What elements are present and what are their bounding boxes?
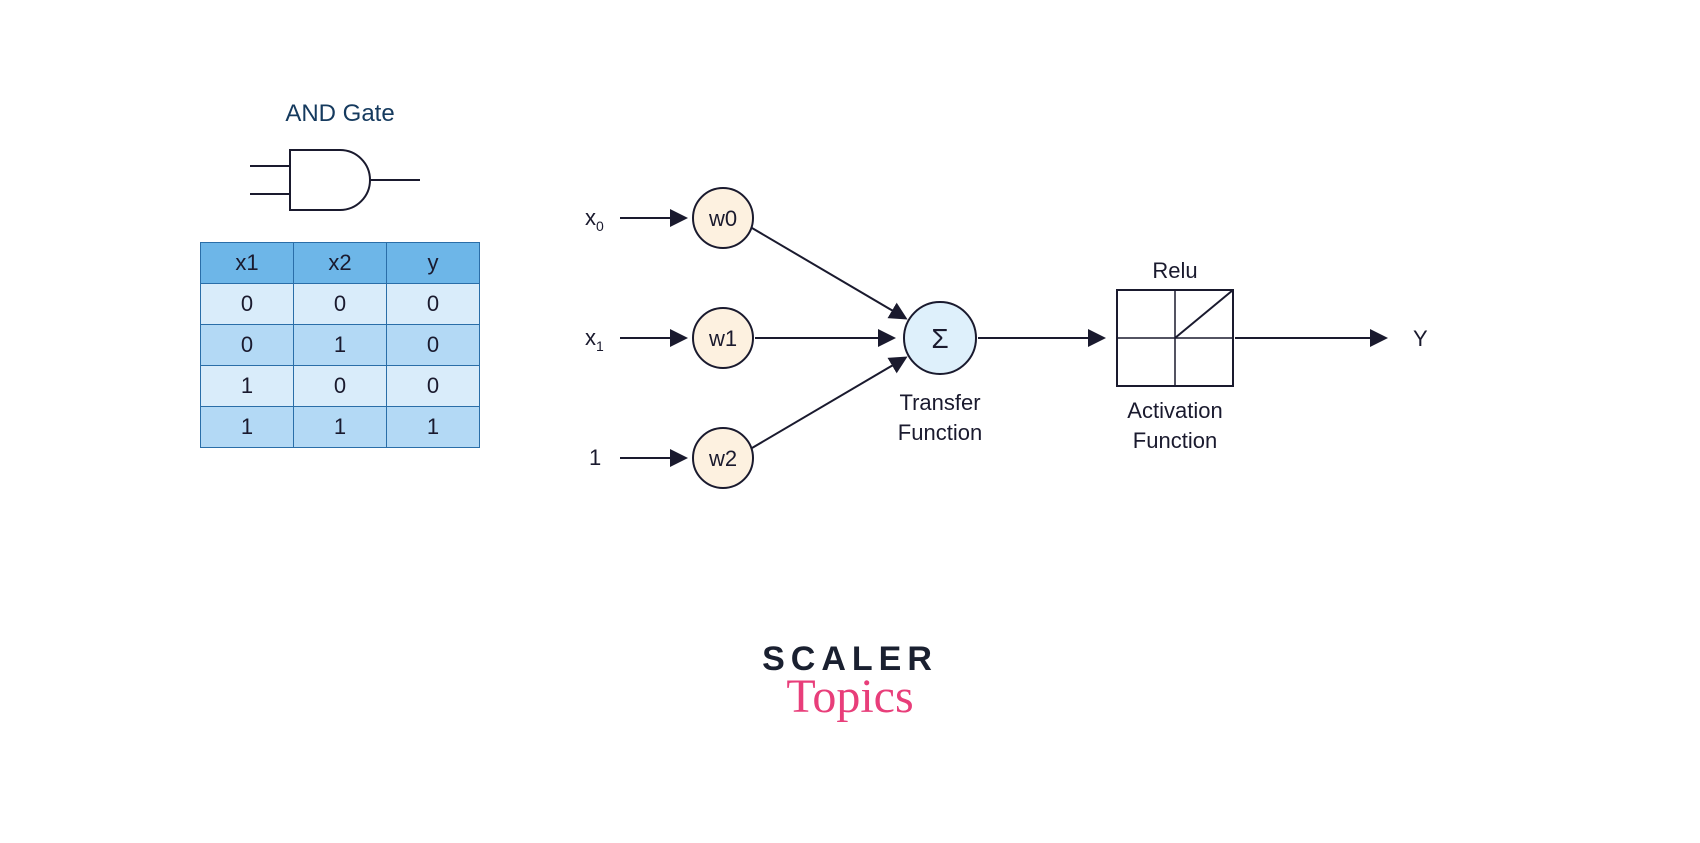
sigma-symbol: Σ [931,323,948,354]
relu-box-icon [1117,290,1233,386]
input-x1-label: x1 [585,325,604,354]
activation-label: Activation [1127,398,1222,423]
weight-w2-label: w2 [708,446,737,471]
truth-table: x1 x2 y 0 0 0 0 1 0 1 0 0 1 1 [200,242,480,448]
table-cell: 1 [294,407,387,448]
activation-label: Function [1133,428,1217,453]
weight-w0-label: w0 [708,206,737,231]
table-cell: 1 [294,325,387,366]
table-row: 0 0 0 [201,284,480,325]
table-cell: 1 [387,407,480,448]
logo-bottom-text: Topics [0,669,1700,724]
arrow-icon [752,358,905,448]
table-cell: 0 [387,325,480,366]
transfer-label: Transfer [899,390,980,415]
table-cell: 0 [201,284,294,325]
table-cell: 0 [201,325,294,366]
table-header: x2 [294,243,387,284]
arrow-icon [752,228,905,318]
table-header-row: x1 x2 y [201,243,480,284]
table-row: 1 1 1 [201,407,480,448]
input-bias-label: 1 [589,445,601,470]
relu-title: Relu [1152,258,1197,283]
table-row: 0 1 0 [201,325,480,366]
input-x0-label: x0 [585,205,604,234]
scaler-topics-logo: SCALER Topics [0,640,1700,724]
table-cell: 1 [201,407,294,448]
table-row: 1 0 0 [201,366,480,407]
table-header: x1 [201,243,294,284]
output-label: Y [1413,326,1428,351]
table-cell: 0 [387,366,480,407]
gate-title: AND Gate [195,100,485,128]
table-cell: 0 [294,284,387,325]
weight-w1-label: w1 [708,326,737,351]
perceptron-diagram: x0 x1 1 w0 w1 w2 Σ Transfer Function Rel… [555,150,1485,570]
table-cell: 0 [387,284,480,325]
table-header: y [387,243,480,284]
and-gate-icon [230,136,450,224]
transfer-label: Function [898,420,982,445]
table-cell: 0 [294,366,387,407]
table-cell: 1 [201,366,294,407]
left-panel: AND Gate x1 x2 y 0 0 0 0 1 [195,100,485,448]
